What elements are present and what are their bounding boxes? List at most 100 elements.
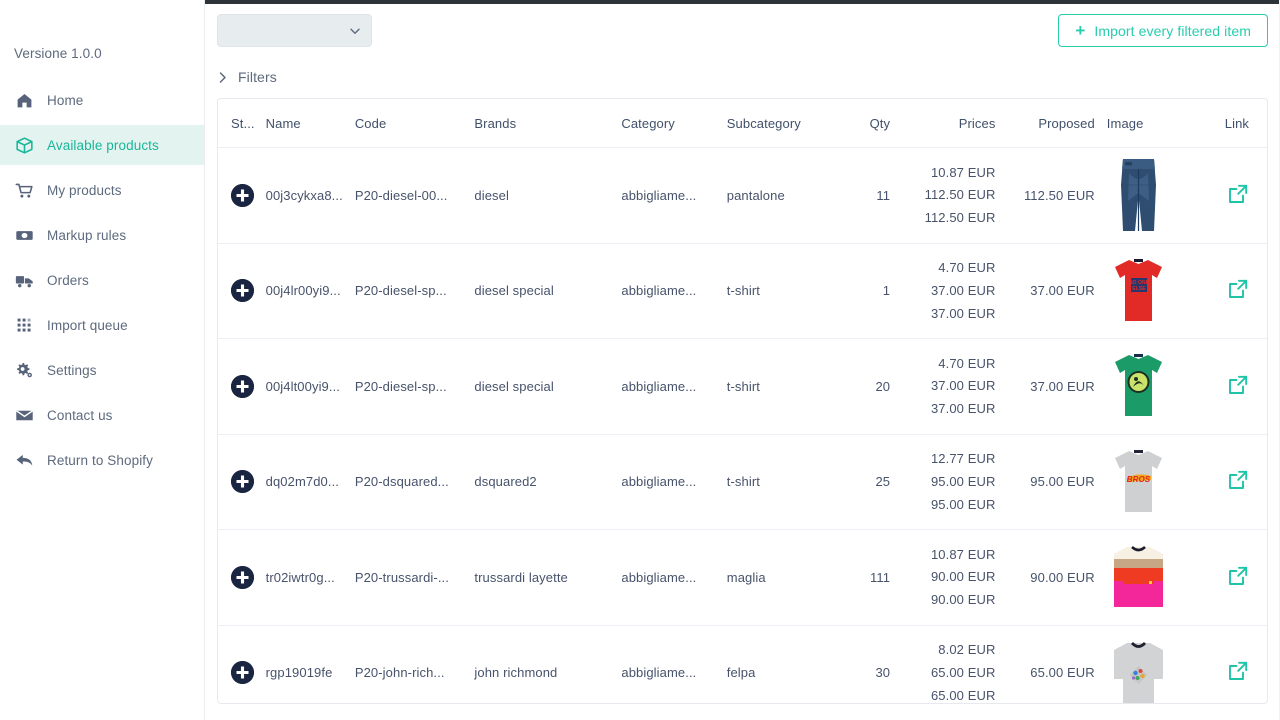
import-button-label: Import every filtered item [1094, 22, 1251, 39]
external-link-icon[interactable] [1227, 278, 1249, 300]
table-head: St... Name Code Brands Category Subcategory Qt… [218, 99, 1267, 148]
cell-category: abbigliame... [621, 434, 727, 530]
cell-image [1106, 625, 1198, 703]
sidebar-item-home[interactable]: Home [0, 80, 204, 120]
cell-name: tr02iwtr0g... [265, 529, 355, 626]
sidebar-item-label: Return to Shopify [47, 452, 154, 468]
external-link-icon[interactable] [1227, 660, 1249, 682]
products-table-container: St... Name Code Brands Category Subcategory Qt… [217, 98, 1268, 704]
cell-brand: diesel special [474, 243, 622, 339]
sidebar-item-orders[interactable]: Orders [0, 260, 204, 300]
plus-circle-icon[interactable] [231, 183, 254, 207]
column-header-st[interactable]: St... [218, 99, 266, 148]
table-row[interactable]: 00j3cykxa8... P20-diesel-00... diesel abbig… [218, 147, 1267, 244]
app-root: Versione 1.0.0 Home Available products My … [0, 0, 1280, 720]
main-content: + Import every filtered item Filters St.… [205, 0, 1280, 720]
external-link-icon[interactable] [1227, 565, 1249, 587]
column-header-prices[interactable]: Prices [904, 99, 1006, 148]
cell-subcategory: t-shirt [726, 338, 842, 435]
cell-name: dq02m7d0... [265, 434, 355, 530]
sidebar-item-settings[interactable]: Settings [0, 350, 204, 390]
green-tshirt-thumbnail [1107, 346, 1170, 426]
sidebar-item-contact-us[interactable]: Contact us [0, 395, 204, 435]
table-row[interactable]: dq02m7d0... P20-dsquared... dsquared2 abbig… [218, 434, 1267, 530]
sidebar-item-markup-rules[interactable]: Markup rules [0, 215, 204, 255]
price-value: 37.00 EUR [930, 305, 996, 321]
cell-link [1198, 338, 1267, 435]
chevron-down-icon [349, 25, 361, 37]
plus-circle-icon[interactable] [231, 565, 254, 589]
plus-circle-icon[interactable] [231, 661, 254, 685]
cart-icon [14, 180, 35, 201]
column-header-name[interactable]: Name [265, 99, 355, 148]
cell-code: P20-trussardi-... [354, 529, 475, 626]
cell-code: P20-diesel-sp... [354, 243, 475, 339]
back-arrow-icon [14, 450, 35, 471]
filters-toggle[interactable]: Filters [205, 54, 1280, 88]
column-header-proposed[interactable]: Proposed [1005, 99, 1107, 148]
sidebar-item-return-to-shopify[interactable]: Return to Shopify [0, 440, 204, 480]
cell-status [218, 338, 266, 435]
cell-code: P20-diesel-00... [354, 147, 475, 244]
price-value: 112.50 EUR [924, 187, 996, 203]
sidebar-item-my-products[interactable]: My products [0, 170, 204, 210]
table-row[interactable]: tr02iwtr0g... P20-trussardi-... trussardi … [218, 529, 1267, 626]
cell-prices: 4.70 EUR 37.00 EUR 37.00 EUR [904, 338, 1006, 435]
filter-select[interactable] [217, 14, 372, 47]
toolbar: + Import every filtered item [205, 0, 1280, 54]
cell-qty: 30 [841, 625, 905, 703]
price-value: 37.00 EUR [930, 401, 996, 417]
table-row[interactable]: 00j4lr00yi9... P20-diesel-sp... diesel spe… [218, 243, 1267, 339]
cell-subcategory: pantalone [726, 147, 842, 244]
table-body: 00j3cykxa8... P20-diesel-00... diesel abbig… [218, 147, 1267, 703]
column-header-category[interactable]: Category [621, 99, 727, 148]
cell-prices: 10.87 EUR 112.50 EUR 112.50 EUR [904, 147, 1006, 244]
sidebar-item-label: Orders [47, 272, 89, 288]
cell-image: NO ONE ELSE [1106, 243, 1198, 339]
grey-bros-tshirt-thumbnail: BROS [1107, 442, 1170, 522]
cell-brand: diesel special [474, 338, 622, 435]
cell-qty: 1 [841, 243, 905, 339]
cell-status [218, 147, 266, 244]
plus-circle-icon[interactable] [231, 374, 254, 398]
external-link-icon[interactable] [1227, 374, 1249, 396]
cell-image [1106, 147, 1198, 244]
column-header-subcategory[interactable]: Subcategory [726, 99, 842, 148]
sidebar-item-label: My products [47, 182, 122, 198]
plus-circle-icon[interactable] [231, 279, 254, 303]
cell-status [218, 529, 266, 626]
column-header-code[interactable]: Code [354, 99, 475, 148]
column-header-link[interactable]: Link [1198, 99, 1267, 148]
column-header-brands[interactable]: Brands [474, 99, 622, 148]
price-value: 10.87 EUR [930, 164, 996, 180]
sidebar-item-available-products[interactable]: Available products [0, 125, 204, 165]
cell-status [218, 434, 266, 530]
price-value: 112.50 EUR [924, 210, 996, 226]
column-header-qty[interactable]: Qty [841, 99, 905, 148]
cell-subcategory: t-shirt [726, 243, 842, 339]
plus-circle-icon[interactable] [231, 470, 254, 494]
cell-status [218, 625, 266, 703]
sidebar-item-label: Import queue [47, 317, 128, 333]
external-link-icon[interactable] [1227, 183, 1249, 205]
cell-brand: trussardi layette [474, 529, 622, 626]
table-row[interactable]: rgp19019fe P20-john-rich... john richmond a… [218, 625, 1267, 703]
cell-qty: 11 [841, 147, 905, 244]
cell-brand: diesel [474, 147, 622, 244]
cell-code: P20-dsquared... [354, 434, 475, 530]
cell-qty: 20 [841, 338, 905, 435]
external-link-icon[interactable] [1227, 469, 1249, 491]
table-row[interactable]: 00j4lt00yi9... P20-diesel-sp... diesel spe… [218, 338, 1267, 435]
red-tshirt-thumbnail: NO ONE ELSE [1107, 251, 1170, 331]
cell-prices: 10.87 EUR 90.00 EUR 90.00 EUR [904, 529, 1006, 626]
cell-category: abbigliame... [621, 243, 727, 339]
filters-label: Filters [238, 69, 277, 85]
svg-text:BROS: BROS [1127, 475, 1151, 484]
sidebar-item-import-queue[interactable]: Import queue [0, 305, 204, 345]
cell-code: P20-diesel-sp... [354, 338, 475, 435]
home-icon [14, 90, 35, 111]
import-every-filtered-item-button[interactable]: + Import every filtered item [1058, 14, 1268, 47]
sidebar-item-label: Markup rules [47, 227, 127, 243]
cell-prices: 12.77 EUR 95.00 EUR 95.00 EUR [904, 434, 1006, 530]
column-header-image[interactable]: Image [1106, 99, 1198, 148]
